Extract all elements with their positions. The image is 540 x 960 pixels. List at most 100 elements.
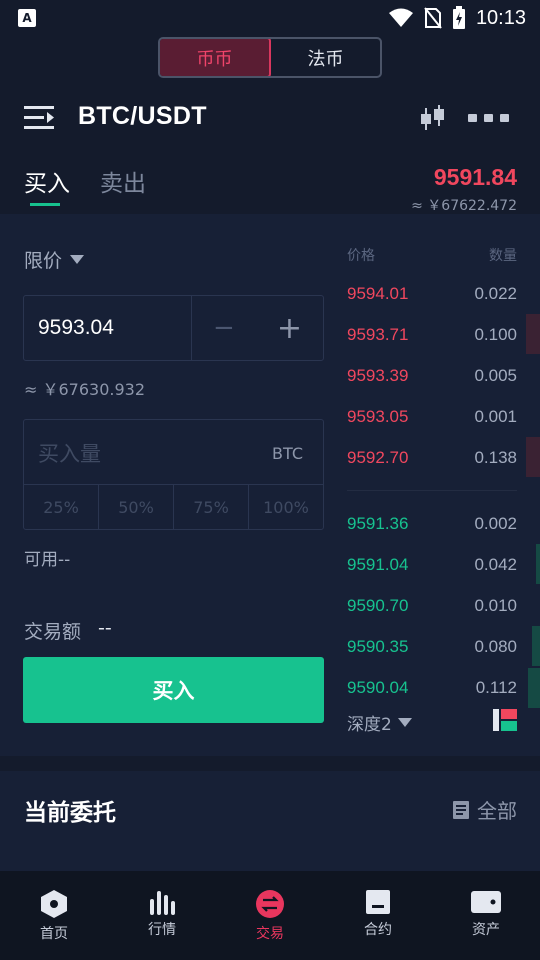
segment-fiat[interactable]: 法币 bbox=[271, 39, 380, 76]
orderbook-price-header: 价格 bbox=[347, 248, 375, 264]
ask-price: 9593.05 bbox=[347, 407, 409, 426]
wifi-icon bbox=[388, 8, 413, 27]
depth-label: 深度2 bbox=[347, 715, 392, 735]
bid-price: 9591.04 bbox=[347, 555, 409, 574]
status-icons: 10:13 bbox=[388, 5, 526, 31]
current-orders-title: 当前委托 bbox=[24, 800, 116, 826]
market-type-toggle: 币币 法币 bbox=[158, 37, 382, 78]
bid-row[interactable]: 9590.04 0.112 bbox=[347, 674, 517, 704]
ask-qty: 0.001 bbox=[474, 407, 517, 426]
turnover-label: 交易额 bbox=[24, 621, 82, 643]
ask-row[interactable]: 9593.71 0.100 bbox=[347, 321, 517, 351]
bid-row[interactable]: 9590.70 0.010 bbox=[347, 592, 517, 622]
percent-75-button[interactable]: 75% bbox=[174, 485, 249, 529]
bid-qty: 0.002 bbox=[474, 514, 517, 533]
ask-qty: 0.100 bbox=[474, 325, 517, 344]
last-price-cny: ≈ ￥67622.472 bbox=[411, 198, 517, 214]
price-stepper-buttons: − + bbox=[192, 296, 323, 360]
ask-price: 9593.39 bbox=[347, 366, 409, 385]
price-cny-equivalent: ≈ ￥67630.932 bbox=[24, 380, 146, 399]
ask-qty: 0.138 bbox=[474, 448, 517, 467]
more-options-icon[interactable] bbox=[466, 112, 512, 124]
bid-depth-bar bbox=[536, 544, 540, 584]
bid-qty: 0.042 bbox=[474, 555, 517, 574]
amount-box: BTC 25% 50% 75% 100% bbox=[23, 419, 324, 530]
nav-contract[interactable]: 合约 bbox=[324, 871, 432, 960]
order-type-select[interactable]: 限价 bbox=[24, 246, 85, 273]
bid-price: 9591.36 bbox=[347, 514, 409, 533]
clock: 10:13 bbox=[475, 6, 526, 29]
orderbook-divider bbox=[347, 490, 517, 491]
bottom-nav: 首页 行情 交易 合约 资产 bbox=[0, 871, 540, 960]
depth-select[interactable]: 深度2 bbox=[347, 710, 412, 735]
price-stepper: 9593.04 − + bbox=[23, 295, 324, 361]
all-orders-label: 全部 bbox=[477, 799, 517, 823]
current-orders-section: 当前委托 全部 bbox=[0, 771, 540, 871]
nav-contract-label: 合约 bbox=[364, 922, 392, 938]
pair-title[interactable]: BTC/USDT bbox=[78, 102, 207, 131]
percent-selector: 25% 50% 75% 100% bbox=[24, 484, 323, 529]
nav-assets[interactable]: 资产 bbox=[432, 871, 540, 960]
ask-price: 9594.01 bbox=[347, 284, 409, 303]
nav-home-label: 首页 bbox=[40, 926, 68, 942]
bid-qty: 0.080 bbox=[474, 637, 517, 656]
last-price: 9591.84 bbox=[433, 164, 517, 190]
ask-row[interactable]: 9593.39 0.005 bbox=[347, 362, 517, 392]
ask-row[interactable]: 9594.01 0.022 bbox=[347, 280, 517, 310]
nav-assets-label: 资产 bbox=[472, 922, 500, 938]
battery-charging-icon bbox=[452, 6, 465, 29]
amount-input[interactable] bbox=[38, 439, 238, 469]
tab-buy[interactable]: 买入 bbox=[24, 164, 70, 206]
no-sim-icon bbox=[424, 7, 442, 29]
trade-exchange-icon bbox=[256, 890, 284, 918]
ask-row[interactable]: 9592.70 0.138 bbox=[347, 444, 517, 474]
all-orders-button[interactable]: 全部 bbox=[453, 795, 517, 824]
ask-depth-bar bbox=[526, 314, 540, 354]
bid-depth-bar bbox=[528, 668, 540, 708]
bid-price: 9590.70 bbox=[347, 596, 409, 615]
nav-market[interactable]: 行情 bbox=[108, 871, 216, 960]
orderbook-layout-icon[interactable] bbox=[493, 709, 517, 731]
market-bars-icon bbox=[150, 891, 175, 915]
amount-unit: BTC bbox=[272, 444, 303, 463]
bid-qty: 0.112 bbox=[475, 678, 517, 697]
percent-100-button[interactable]: 100% bbox=[249, 485, 323, 529]
bid-price: 9590.04 bbox=[347, 678, 409, 697]
bid-qty: 0.010 bbox=[474, 596, 517, 615]
turnover-value: -- bbox=[98, 617, 112, 639]
ask-price: 9593.71 bbox=[347, 325, 409, 344]
segment-coin[interactable]: 币币 bbox=[160, 39, 271, 76]
tab-sell[interactable]: 卖出 bbox=[100, 164, 146, 206]
bid-row[interactable]: 9591.04 0.042 bbox=[347, 551, 517, 581]
price-decrement-button[interactable]: − bbox=[213, 313, 235, 343]
buy-submit-button[interactable]: 买入 bbox=[23, 657, 324, 723]
bid-row[interactable]: 9590.35 0.080 bbox=[347, 633, 517, 663]
document-list-icon bbox=[453, 800, 469, 819]
caret-down-icon bbox=[70, 255, 85, 264]
ask-row[interactable]: 9593.05 0.001 bbox=[347, 403, 517, 433]
price-increment-button[interactable]: + bbox=[277, 311, 302, 346]
percent-25-button[interactable]: 25% bbox=[24, 485, 99, 529]
nav-trade-label: 交易 bbox=[256, 926, 284, 942]
bid-row[interactable]: 9591.36 0.002 bbox=[347, 510, 517, 540]
nav-trade[interactable]: 交易 bbox=[216, 871, 324, 960]
candlestick-chart-icon[interactable] bbox=[418, 104, 446, 132]
price-input[interactable]: 9593.04 bbox=[24, 296, 192, 360]
order-type-label: 限价 bbox=[24, 250, 63, 272]
available-balance: 可用-- bbox=[24, 550, 71, 570]
caret-down-icon bbox=[397, 718, 412, 727]
nav-home[interactable]: 首页 bbox=[0, 871, 108, 960]
trade-header: BTC/USDT bbox=[0, 96, 540, 142]
menu-drawer-icon[interactable] bbox=[24, 104, 56, 132]
home-hexagon-icon bbox=[41, 890, 67, 918]
percent-50-button[interactable]: 50% bbox=[99, 485, 174, 529]
ask-price: 9592.70 bbox=[347, 448, 409, 467]
nav-market-label: 行情 bbox=[148, 922, 176, 938]
trading-panel: 限价 9593.04 − + ≈ ￥67630.932 BTC 25% 50% … bbox=[0, 214, 540, 756]
ask-qty: 0.005 bbox=[474, 366, 517, 385]
contract-icon bbox=[366, 890, 390, 914]
buy-sell-tabs: 买入 卖出 bbox=[24, 164, 146, 210]
bid-depth-bar bbox=[532, 626, 540, 666]
ask-depth-bar bbox=[526, 437, 540, 477]
status-bar: A 10:13 bbox=[0, 0, 540, 36]
